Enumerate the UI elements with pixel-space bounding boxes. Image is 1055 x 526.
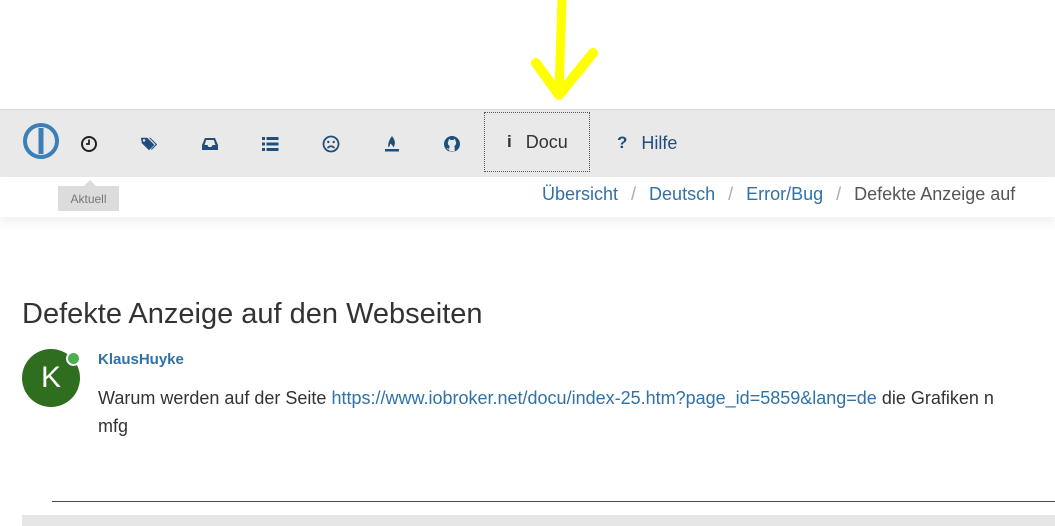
question-icon: ? [617, 133, 628, 152]
post-link[interactable]: https://www.iobroker.net/docu/index-25.h… [331, 388, 876, 408]
fire-icon[interactable] [381, 133, 403, 155]
post-footer-bar [22, 515, 1055, 526]
frown-icon[interactable] [320, 133, 342, 155]
info-icon: i [507, 132, 512, 151]
list-icon[interactable] [259, 133, 281, 155]
divider [52, 501, 1055, 502]
clock-icon[interactable] [78, 133, 100, 155]
iobroker-logo[interactable] [22, 122, 60, 160]
breadcrumb-separator: / [728, 184, 734, 204]
breadcrumb-deutsch[interactable]: Deutsch [649, 184, 715, 205]
breadcrumb-separator: / [631, 184, 637, 204]
breadcrumb-separator: / [836, 184, 842, 204]
nav-docu-link[interactable]: i Docu [484, 112, 590, 172]
nav-docu-label: Docu [525, 131, 568, 152]
online-status-dot [66, 351, 81, 366]
post-text-after: die Grafiken n [876, 388, 994, 408]
inbox-icon[interactable] [199, 133, 221, 155]
breadcrumb-current: Defekte Anzeige auf [854, 184, 1016, 204]
github-icon[interactable] [441, 133, 463, 155]
topic-title: Defekte Anzeige auf den Webseiten [22, 298, 483, 330]
post-content: Warum werden auf der Seite https://www.i… [98, 388, 994, 409]
top-navbar: i Docu ? Hilfe [0, 109, 1055, 178]
breadcrumb-overview[interactable]: Übersicht [542, 184, 618, 205]
post-text-before: Warum werden auf der Seite [98, 388, 332, 408]
post-signature: mfg [98, 416, 129, 436]
tooltip-aktuell: Aktuell [58, 180, 119, 211]
breadcrumb-bar: Übersicht / Deutsch / Error/Bug / Defekt… [0, 177, 1055, 217]
post-author[interactable]: KlausHuyke [98, 351, 184, 368]
nav-hilfe-label: Hilfe [641, 132, 678, 153]
tags-icon[interactable] [138, 133, 160, 155]
annotation-arrow-icon [531, 0, 598, 100]
breadcrumb-error-bug[interactable]: Error/Bug [746, 184, 823, 205]
nav-hilfe-link[interactable]: ? Hilfe [617, 110, 677, 176]
breadcrumb: Übersicht / Deutsch / Error/Bug / Defekt… [542, 184, 1015, 205]
